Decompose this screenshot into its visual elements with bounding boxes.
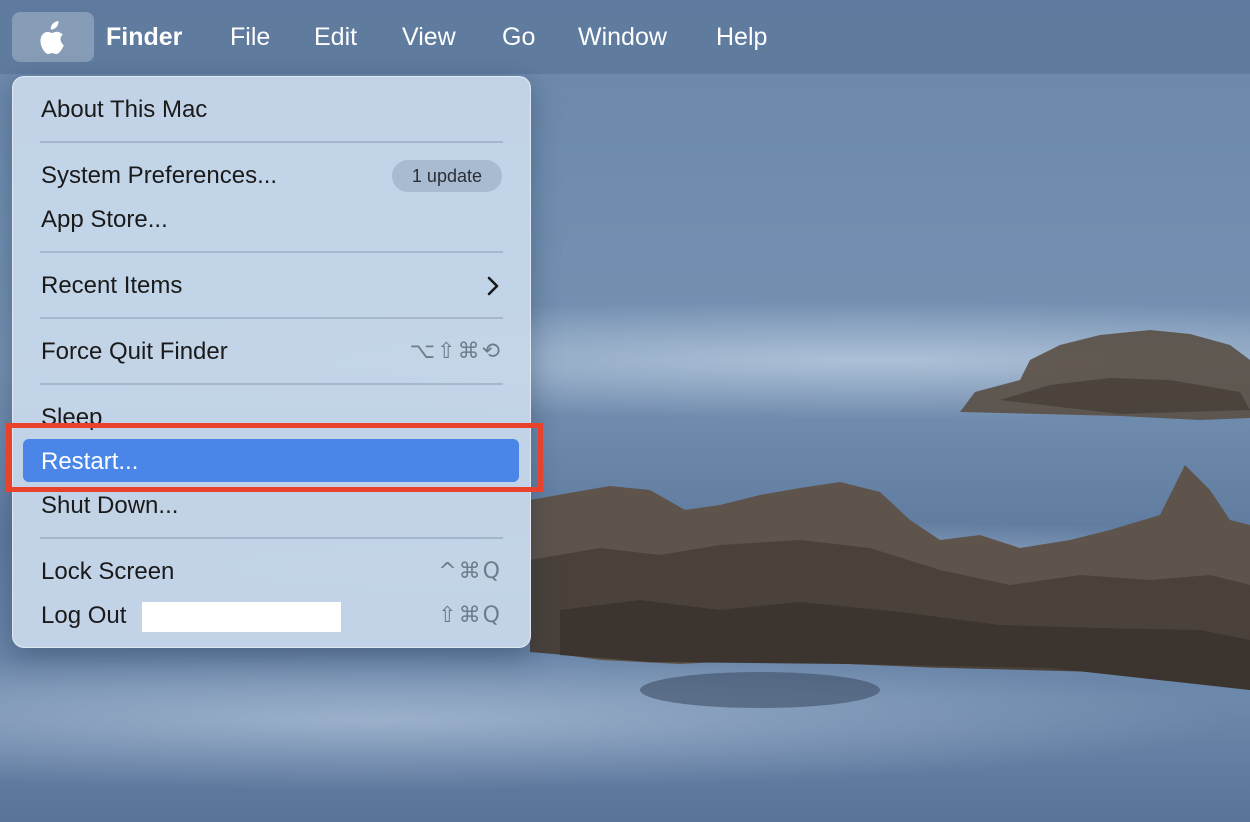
- redacted-username: [142, 602, 341, 632]
- menu-item-system-preferences[interactable]: System Preferences... 1 update: [41, 156, 502, 196]
- menu-item-recent-items[interactable]: Recent Items: [41, 266, 502, 306]
- menu-separator: [40, 537, 503, 539]
- menu-item-label: System Preferences...: [41, 162, 278, 189]
- apple-logo-icon: [40, 21, 64, 54]
- menu-finder[interactable]: Finder: [106, 0, 182, 74]
- menu-item-about-this-mac[interactable]: About This Mac: [41, 90, 502, 130]
- apple-menu-dropdown: About This Mac System Preferences... 1 u…: [12, 76, 531, 648]
- menu-item-shut-down[interactable]: Shut Down...: [41, 486, 502, 526]
- menu-item-label: About This Mac: [41, 96, 208, 123]
- menu-separator: [40, 141, 503, 143]
- menu-item-force-quit[interactable]: Force Quit Finder ⌥⇧⌘⟲: [41, 332, 502, 372]
- keyboard-shortcut: ^⌘Q: [438, 559, 502, 584]
- menu-separator: [40, 317, 503, 319]
- update-badge: 1 update: [391, 160, 502, 192]
- menu-item-label: Log Out: [41, 602, 127, 629]
- menu-item-label: Shut Down...: [41, 492, 179, 519]
- keyboard-shortcut: ⌥⇧⌘⟲: [409, 339, 502, 364]
- chevron-right-icon: [487, 276, 499, 296]
- apple-menu-button[interactable]: [12, 12, 94, 62]
- menu-go[interactable]: Go: [502, 0, 535, 74]
- menu-edit[interactable]: Edit: [314, 0, 357, 74]
- menu-item-label: App Store...: [41, 206, 168, 233]
- menu-bar: Finder File Edit View Go Window Help: [0, 0, 1250, 74]
- menu-item-label: Recent Items: [41, 272, 183, 299]
- menu-item-lock-screen[interactable]: Lock Screen ^⌘Q: [41, 552, 502, 592]
- menu-separator: [40, 383, 503, 385]
- menu-help[interactable]: Help: [716, 0, 767, 74]
- menu-item-label: Lock Screen: [41, 558, 175, 585]
- menu-item-label: Force Quit Finder: [41, 338, 228, 365]
- menu-separator: [40, 251, 503, 253]
- highlight-annotation-box: [6, 423, 543, 492]
- menu-window[interactable]: Window: [578, 0, 667, 74]
- keyboard-shortcut: ⇧⌘Q: [438, 603, 502, 628]
- menu-view[interactable]: View: [402, 0, 456, 74]
- menu-item-app-store[interactable]: App Store...: [41, 200, 502, 240]
- menu-file[interactable]: File: [230, 0, 270, 74]
